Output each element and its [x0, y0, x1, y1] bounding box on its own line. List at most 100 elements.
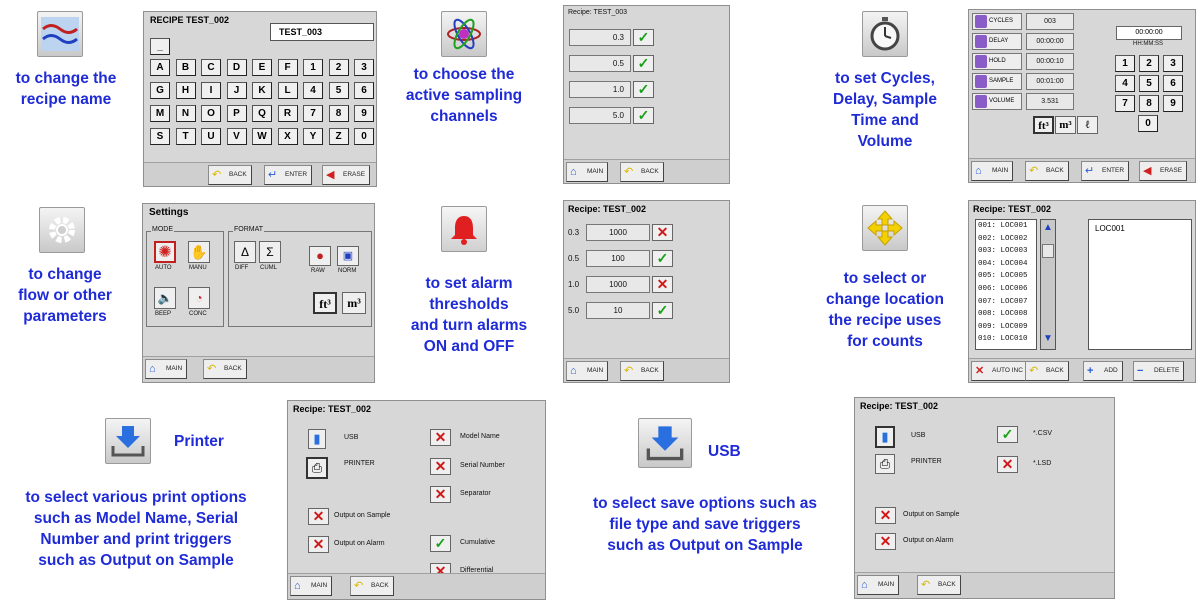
key-l[interactable]: L [277, 82, 298, 99]
key-3[interactable]: 3 [1163, 55, 1183, 72]
key-o[interactable]: O [201, 105, 221, 122]
enter-button[interactable]: ↵ ENTER [264, 165, 313, 185]
conc-button[interactable]: ◔ [188, 287, 210, 309]
delete-button[interactable]: − DELETE [1133, 361, 1185, 381]
back-button[interactable]: ↶ BACK [208, 165, 252, 185]
channel-toggle[interactable]: ✓ [633, 107, 654, 124]
key-0[interactable]: 0 [354, 128, 374, 145]
key-i[interactable]: I [201, 82, 221, 99]
setting-value[interactable]: 00:00:00 [1026, 33, 1074, 50]
channel-size[interactable]: 5.0 [569, 107, 631, 124]
unit-button[interactable]: ℓ [1077, 116, 1098, 134]
cuml-button[interactable]: Σ [259, 241, 281, 263]
diff-button[interactable]: Δ [234, 241, 256, 263]
key-8[interactable]: 8 [328, 105, 349, 122]
key-w[interactable]: W [252, 128, 272, 145]
channel-toggle[interactable]: ✓ [633, 81, 654, 98]
key-j[interactable]: J [226, 82, 247, 99]
location-item[interactable]: 009: LOC009 [978, 323, 1028, 331]
file-type-toggle[interactable]: ✕ [997, 456, 1018, 473]
key-5[interactable]: 5 [1139, 75, 1159, 92]
location-item[interactable]: 006: LOC006 [978, 285, 1028, 293]
usb-button[interactable]: ▮ [875, 426, 895, 448]
auto-button[interactable]: ✺ [154, 241, 176, 263]
manual-button[interactable]: ✋ [188, 241, 210, 263]
key-1[interactable]: 1 [1115, 55, 1135, 72]
gear-icon[interactable] [39, 207, 85, 253]
unit-button[interactable]: ft³ [1033, 116, 1054, 134]
location-item[interactable]: 010: LOC010 [978, 335, 1028, 343]
key-r[interactable]: R [277, 105, 298, 122]
channel-size[interactable]: 0.3 [569, 29, 631, 46]
alarm-toggle[interactable]: ✓ [652, 250, 673, 267]
main-button[interactable]: ⌂ MAIN [566, 162, 609, 182]
field-toggle[interactable]: ✕ [430, 429, 451, 446]
back-button[interactable]: ↶ BACK [917, 575, 961, 595]
key-p[interactable]: P [226, 105, 247, 122]
location-item[interactable]: 004: LOC004 [978, 260, 1028, 268]
bell-icon[interactable] [441, 206, 487, 252]
setting-hold-button[interactable]: HOLD [972, 53, 1022, 70]
printer-button[interactable]: ⎙ [306, 457, 328, 479]
unit-button[interactable]: m³ [1055, 116, 1076, 134]
alarm-toggle[interactable]: ✕ [652, 224, 673, 241]
location-item[interactable]: 003: LOC003 [978, 247, 1028, 255]
key-6[interactable]: 6 [1163, 75, 1183, 92]
key-m[interactable]: M [150, 105, 170, 122]
key-e[interactable]: E [252, 59, 272, 76]
alarm-threshold[interactable]: 100 [586, 250, 650, 267]
location-item[interactable]: 005: LOC005 [978, 272, 1028, 280]
location-list[interactable]: 001: LOC001 002: LOC002 003: LOC003 004: LO… [975, 219, 1037, 350]
key-f[interactable]: F [277, 59, 298, 76]
key-5[interactable]: 5 [328, 82, 349, 99]
key-a[interactable]: A [150, 59, 170, 76]
raw-button[interactable]: ● [309, 246, 331, 266]
trigger-toggle[interactable]: ✕ [875, 533, 896, 550]
alarm-toggle[interactable]: ✓ [652, 302, 673, 319]
download-tray-icon[interactable] [105, 418, 151, 464]
scroll-thumb[interactable] [1042, 244, 1054, 258]
field-toggle[interactable]: ✕ [430, 486, 451, 503]
key-9[interactable]: 9 [354, 105, 374, 122]
underscore-key[interactable]: _ [150, 38, 170, 55]
back-button[interactable]: ↶ BACK [350, 576, 394, 596]
key-4[interactable]: 4 [1115, 75, 1135, 92]
setting-sample-button[interactable]: SAMPLE [972, 73, 1022, 90]
download-tray-icon[interactable] [638, 418, 692, 468]
stopwatch-icon[interactable] [862, 11, 908, 57]
setting-value[interactable]: 00:00:10 [1026, 53, 1074, 70]
key-3[interactable]: 3 [354, 59, 374, 76]
selected-location[interactable]: LOC001 [1088, 219, 1192, 350]
unit-m3-button[interactable]: m³ [342, 292, 366, 314]
location-item[interactable]: 001: LOC001 [978, 222, 1028, 230]
key-s[interactable]: S [150, 128, 170, 145]
auto-inc-button[interactable]: ✕ AUTO INC [971, 361, 1028, 381]
trigger-toggle[interactable]: ✕ [308, 536, 329, 553]
channel-toggle[interactable]: ✓ [633, 29, 654, 46]
printer-button[interactable]: ⎙ [875, 454, 895, 474]
key-c[interactable]: C [201, 59, 221, 76]
key-0[interactable]: 0 [1138, 115, 1158, 132]
key-u[interactable]: U [201, 128, 221, 145]
scroll-up-icon[interactable]: ▲ [1042, 221, 1054, 235]
key-7[interactable]: 7 [303, 105, 323, 122]
key-q[interactable]: Q [252, 105, 272, 122]
setting-value[interactable]: 00:01:00 [1026, 73, 1074, 90]
key-2[interactable]: 2 [328, 59, 349, 76]
back-button[interactable]: ↶ BACK [620, 162, 664, 182]
scrollbar[interactable]: ▲ ▼ [1040, 219, 1056, 350]
key-h[interactable]: H [175, 82, 196, 99]
key-d[interactable]: D [226, 59, 247, 76]
time-input[interactable]: 00:00:00 [1116, 26, 1182, 40]
beep-button[interactable]: 🔈 [154, 287, 176, 309]
alarm-threshold[interactable]: 10 [586, 302, 650, 319]
channel-size[interactable]: 1.0 [569, 81, 631, 98]
main-button[interactable]: ⌂ MAIN [290, 576, 333, 596]
key-1[interactable]: 1 [303, 59, 323, 76]
add-button[interactable]: + ADD [1083, 361, 1123, 381]
key-2[interactable]: 2 [1139, 55, 1159, 72]
recipe-name-input[interactable]: TEST_003 [270, 23, 374, 41]
setting-delay-button[interactable]: DELAY [972, 33, 1022, 50]
field-toggle[interactable]: ✓ [430, 535, 451, 552]
alarm-threshold[interactable]: 1000 [586, 224, 650, 241]
